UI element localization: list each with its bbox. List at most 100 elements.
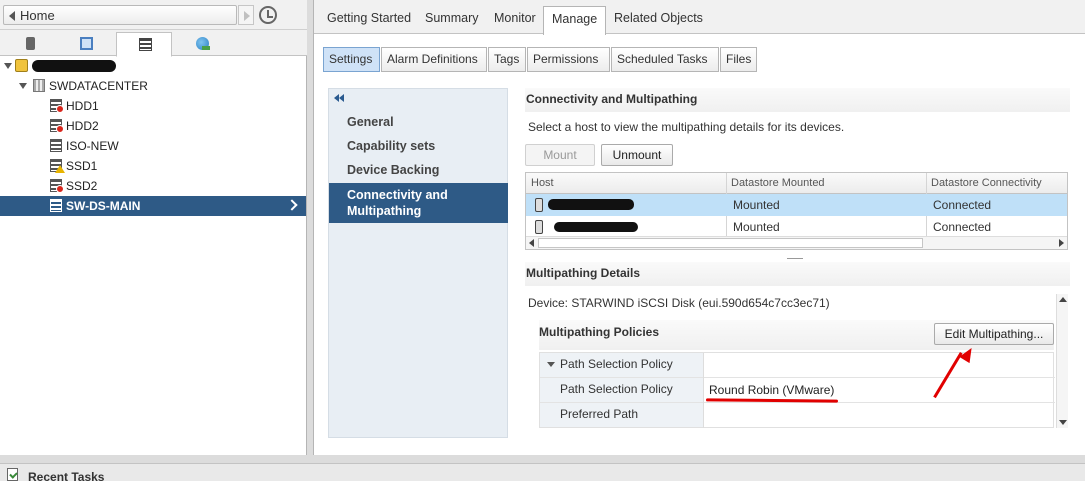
mount-button[interactable]: Mount	[525, 144, 595, 166]
tree-item-iso-new[interactable]: ISO-NEW	[0, 136, 306, 156]
scroll-thumb[interactable]	[538, 238, 923, 248]
table-header: Host Datastore Mounted Datastore Connect…	[526, 173, 1067, 194]
policies-title: Multipathing Policies	[539, 325, 660, 339]
alert-icon	[56, 105, 64, 113]
tree-item-label: HDD1	[66, 99, 99, 113]
datacenter-icon	[33, 79, 45, 92]
collapse-icon	[19, 83, 27, 89]
tree-item-label: SSD1	[66, 159, 98, 173]
tree-item-label: HDD2	[66, 119, 99, 133]
tree-item-hdd2[interactable]: HDD2	[0, 116, 306, 136]
device-text: Device: STARWIND iSCSI Disk (eui.590d654…	[528, 296, 830, 310]
tree-item-sw-ds-main[interactable]: SW-DS-MAIN	[0, 196, 306, 216]
redacted-host-name	[548, 199, 634, 210]
tab-monitor[interactable]: Monitor	[494, 11, 536, 25]
redacted-name	[32, 60, 116, 72]
subtab-settings[interactable]: Settings	[323, 47, 380, 72]
section-title-multipathing: Multipathing Details	[525, 262, 1070, 286]
policies-table: Path Selection Policy Path Selection Pol…	[539, 352, 1055, 428]
tree-item-label: ISO-NEW	[66, 139, 119, 153]
history-icon[interactable]	[259, 6, 277, 24]
column-divider	[703, 378, 704, 403]
tab-storage[interactable]	[116, 32, 172, 57]
tree-item-label: SSD2	[66, 179, 98, 193]
host-icon	[535, 220, 543, 234]
host-icon	[26, 37, 35, 50]
tab-getting-started[interactable]: Getting Started	[327, 11, 411, 25]
main-panel: Getting Started Summary Monitor Manage R…	[313, 0, 1085, 455]
forward-button[interactable]	[238, 5, 254, 25]
tree-item-datacenter[interactable]: SWDATACENTER	[0, 76, 306, 96]
subtab-alarm-definitions[interactable]: Alarm Definitions	[381, 47, 487, 72]
column-header-connectivity[interactable]: Datastore Connectivity	[926, 177, 1042, 189]
content-area: Connectivity and Multipathing Select a h…	[525, 88, 1070, 438]
policy-group-row[interactable]: Path Selection Policy	[540, 353, 1055, 378]
warning-icon	[55, 165, 65, 173]
tab-summary[interactable]: Summary	[425, 11, 478, 25]
cell-connectivity: Connected	[933, 220, 992, 234]
expand-icon[interactable]	[547, 362, 555, 367]
scroll-down-icon[interactable]	[1059, 420, 1067, 425]
column-divider	[703, 403, 704, 428]
inventory-tabs	[0, 30, 307, 57]
settings-menu: General Capability sets Device Backing C…	[328, 88, 508, 438]
redacted-host-name	[554, 222, 638, 232]
home-label: Home	[20, 8, 55, 23]
menu-capability-sets[interactable]: Capability sets	[329, 139, 508, 153]
tree-item-label: SW-DS-MAIN	[66, 199, 141, 213]
column-header-mounted[interactable]: Datastore Mounted	[726, 177, 825, 189]
tab-related-objects[interactable]: Related Objects	[614, 11, 703, 25]
tree-item-ssd1[interactable]: SSD1	[0, 156, 306, 176]
network-icon	[196, 37, 210, 50]
tab-manage[interactable]: Manage	[543, 6, 607, 35]
tree-item-label: SWDATACENTER	[49, 79, 148, 93]
tree-item-ssd2[interactable]: SSD2	[0, 176, 306, 196]
column-header-host[interactable]: Host	[526, 177, 554, 189]
tab-networking[interactable]	[174, 32, 230, 56]
subtab-tags[interactable]: Tags	[488, 47, 526, 72]
unmount-button[interactable]: Unmount	[601, 144, 673, 166]
menu-general[interactable]: General	[329, 115, 508, 129]
preferred-path-label: Preferred Path	[540, 403, 703, 427]
hosts-table: Host Datastore Mounted Datastore Connect…	[525, 172, 1068, 250]
home-button[interactable]: Home	[3, 5, 237, 25]
tree-item-vcenter[interactable]	[0, 56, 306, 76]
edit-multipathing-button[interactable]: Edit Multipathing...	[934, 323, 1054, 345]
alert-icon	[56, 185, 64, 193]
psp-label: Path Selection Policy	[540, 378, 703, 402]
vcenter-icon	[15, 59, 28, 72]
host-icon	[535, 198, 543, 212]
cell-mounted: Mounted	[733, 198, 780, 212]
menu-device-backing[interactable]: Device Backing	[329, 163, 508, 177]
instruction-text: Select a host to view the multipathing d…	[528, 120, 845, 134]
psp-value: Round Robin (VMware)	[709, 383, 835, 397]
scroll-left-icon[interactable]	[529, 239, 534, 247]
tab-vms-templates[interactable]	[58, 32, 114, 56]
policies-header: Multipathing Policies Edit Multipathing.…	[539, 320, 1054, 350]
menu-connectivity-multipathing[interactable]: Connectivity and Multipathing	[329, 183, 508, 223]
datastore-icon	[50, 139, 62, 152]
table-row[interactable]: Mounted Connected	[526, 216, 1067, 238]
vertical-scrollbar[interactable]	[1056, 294, 1068, 428]
preferred-path-row: Preferred Path	[540, 403, 1055, 428]
scroll-up-icon[interactable]	[1059, 297, 1067, 302]
collapse-icon	[4, 63, 12, 69]
subtab-scheduled-tasks[interactable]: Scheduled Tasks	[611, 47, 719, 72]
datastore-icon	[50, 199, 62, 212]
tasks-icon	[7, 468, 18, 481]
alert-icon	[56, 125, 64, 133]
horizontal-scrollbar[interactable]	[526, 236, 1067, 249]
scroll-right-icon[interactable]	[1059, 239, 1064, 247]
subtab-permissions[interactable]: Permissions	[527, 47, 610, 72]
storage-icon	[139, 38, 152, 51]
recent-tasks-bar[interactable]: Recent Tasks	[0, 463, 1085, 481]
subtab-files[interactable]: Files	[720, 47, 757, 72]
cell-mounted: Mounted	[733, 220, 780, 234]
policy-group-label: Path Selection Policy	[560, 357, 673, 371]
home-bar: Home	[0, 0, 307, 30]
collapse-panel-icon[interactable]	[334, 94, 346, 104]
vm-icon	[80, 37, 93, 50]
tree-item-hdd1[interactable]: HDD1	[0, 96, 306, 116]
tab-hosts-clusters[interactable]	[2, 32, 58, 56]
table-row[interactable]: Mounted Connected	[526, 194, 1067, 216]
